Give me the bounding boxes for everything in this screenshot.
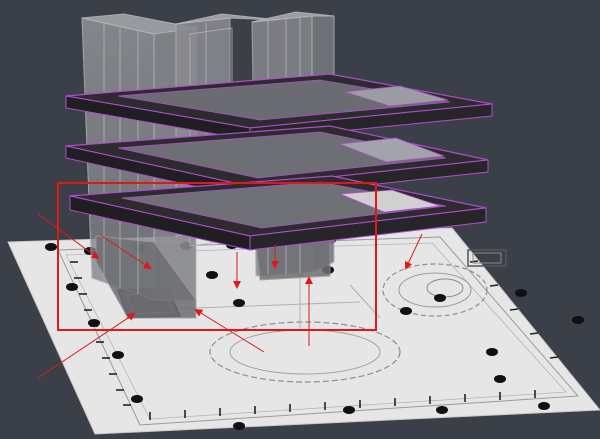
3d-viewport[interactable] [0, 0, 600, 439]
